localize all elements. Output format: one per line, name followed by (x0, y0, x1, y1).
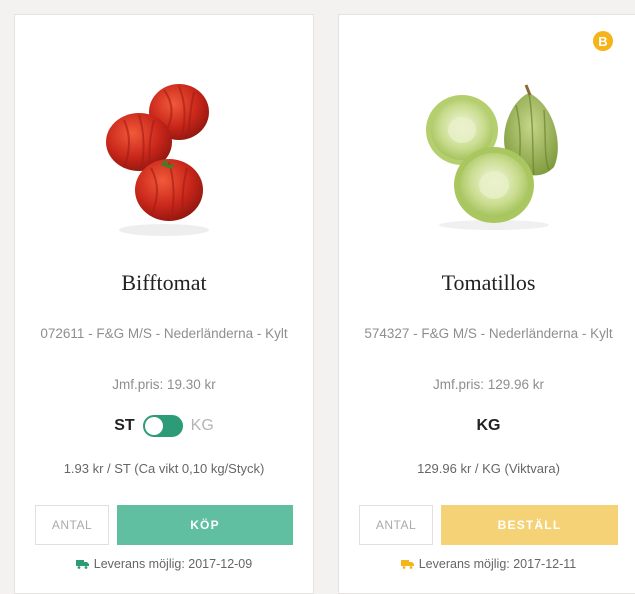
product-title[interactable]: Bifftomat (15, 270, 313, 296)
quantity-input[interactable] (359, 505, 433, 545)
truck-icon (400, 560, 414, 569)
unit-price: 129.96 kr / KG (Viktvara) (417, 461, 560, 476)
unit-display: KG (339, 415, 635, 437)
purchase-actions: BESTÄLL (359, 505, 618, 545)
quantity-input[interactable] (35, 505, 109, 545)
truck-icon (75, 560, 89, 569)
comparison-price: Jmf.pris: 19.30 kr (112, 377, 216, 392)
order-button[interactable]: BESTÄLL (441, 505, 618, 545)
comparison-price: Jmf.pris: 129.96 kr (432, 377, 545, 392)
b-badge-icon: B (593, 31, 613, 51)
product-grid: Bifftomat 072611 - F&G M/S - Nederländer… (0, 0, 635, 594)
unit-price: 1.93 kr / ST (Ca vikt 0,10 kg/Styck) (63, 461, 265, 476)
purchase-actions: KÖP (35, 505, 293, 545)
unit-label-kg: KG (476, 417, 501, 434)
unit-label-kg[interactable]: KG (191, 417, 214, 435)
buy-button[interactable]: KÖP (117, 505, 293, 545)
delivery-text: Leverans möjlig: 2017-12-11 (418, 557, 577, 571)
tomatillo-image (425, 84, 558, 230)
product-card-tomatillos[interactable]: B Tomatillos 574327 - F&G M/S - Nederlän… (338, 14, 635, 594)
product-meta: 072611 - F&G M/S - Nederländerna - Kylt (40, 326, 288, 341)
product-meta: 574327 - F&G M/S - Nederländerna - Kylt (364, 326, 613, 341)
unit-label-st[interactable]: ST (114, 417, 134, 435)
product-image-bifftomat[interactable] (15, 55, 313, 255)
product-card-bifftomat[interactable]: Bifftomat 072611 - F&G M/S - Nederländer… (14, 14, 314, 594)
product-image-tomatillos[interactable] (339, 55, 635, 255)
delivery-info: Leverans möjlig: 2017-12-09 (15, 557, 313, 571)
delivery-info: Leverans möjlig: 2017-12-11 (339, 557, 635, 571)
tomato-image (106, 84, 209, 236)
product-title[interactable]: Tomatillos (339, 270, 635, 296)
delivery-text: Leverans möjlig: 2017-12-09 (93, 557, 253, 571)
toggle-knob (144, 417, 163, 435)
unit-switch: ST KG (15, 415, 313, 437)
unit-toggle[interactable] (142, 415, 183, 437)
